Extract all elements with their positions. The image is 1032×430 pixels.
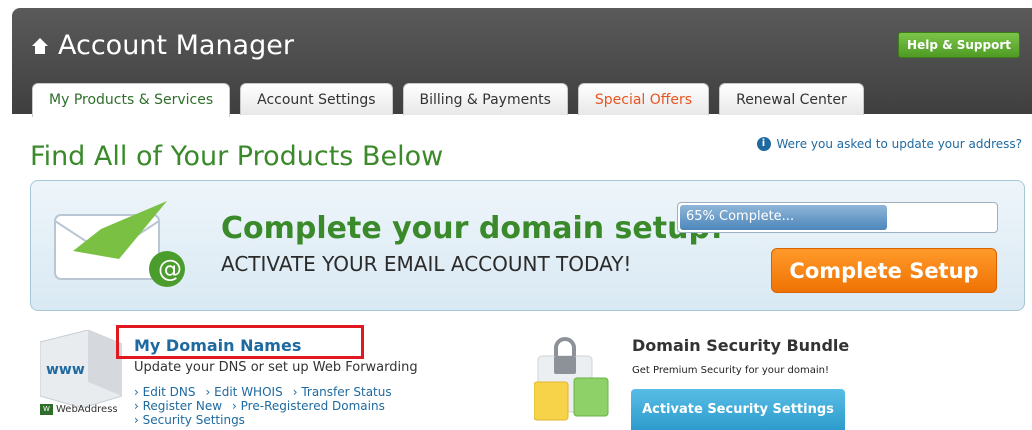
security-bundle-description: Get Premium Security for your domain! xyxy=(632,365,829,376)
pre-registered-domains-link[interactable]: › Pre-Registered Domains xyxy=(232,399,385,413)
tab-account-settings[interactable]: Account Settings xyxy=(240,83,393,115)
banner-headline: Complete your domain setup! xyxy=(221,211,724,246)
account-header: Account Manager Help & Support My Produc… xyxy=(12,8,1032,117)
register-new-link[interactable]: › Register New xyxy=(134,399,222,413)
address-notice[interactable]: i Were you asked to update your address? xyxy=(756,137,1022,151)
app-title-text: Account Manager xyxy=(58,30,294,61)
transfer-status-link[interactable]: › Transfer Status xyxy=(293,385,392,399)
app-title: Account Manager xyxy=(30,30,294,61)
email-envelope-icon: @ xyxy=(54,201,185,287)
my-domain-names-link[interactable]: My Domain Names xyxy=(134,336,301,355)
setup-progress-bar: 65% Complete... xyxy=(677,202,998,233)
page-title: Find All of Your Products Below xyxy=(30,141,444,172)
help-support-button[interactable]: Help & Support xyxy=(898,32,1020,58)
info-icon: i xyxy=(756,137,771,151)
svg-text:@: @ xyxy=(158,255,182,283)
address-notice-link[interactable]: Were you asked to update your address? xyxy=(777,137,1022,151)
domain-links: › Edit DNS › Edit WHOIS › Transfer Statu… xyxy=(134,385,392,427)
complete-setup-button[interactable]: Complete Setup xyxy=(771,248,997,293)
tab-my-products[interactable]: My Products & Services xyxy=(32,83,231,117)
security-locks-icon xyxy=(534,337,609,421)
edit-dns-link[interactable]: › Edit DNS xyxy=(134,385,196,399)
tab-renewal-center[interactable]: Renewal Center xyxy=(719,83,864,115)
banner-subline: ACTIVATE YOUR EMAIL ACCOUNT TODAY! xyxy=(221,252,632,276)
webaddress-icon: W xyxy=(40,404,53,415)
domain-setup-banner: @ Complete your domain setup! ACTIVATE Y… xyxy=(30,180,1025,311)
www-cube-icon: www xyxy=(40,330,122,408)
tab-billing-payments[interactable]: Billing & Payments xyxy=(402,83,568,115)
domains-description: Update your DNS or set up Web Forwarding xyxy=(134,360,418,375)
progress-text: 65% Complete... xyxy=(686,209,795,224)
webaddress-brand: WebAddress xyxy=(56,404,118,415)
webaddress-logo: W WebAddress xyxy=(40,404,118,415)
security-settings-link[interactable]: › Security Settings xyxy=(134,413,245,427)
security-bundle-title: Domain Security Bundle xyxy=(632,336,850,355)
home-icon[interactable] xyxy=(30,36,50,56)
main-tabs: My Products & Services Account Settings … xyxy=(32,83,864,117)
tab-special-offers[interactable]: Special Offers xyxy=(577,83,710,115)
svg-text:www: www xyxy=(46,362,85,378)
activate-security-button[interactable]: Activate Security Settings xyxy=(631,389,845,430)
edit-whois-link[interactable]: › Edit WHOIS xyxy=(206,385,283,399)
